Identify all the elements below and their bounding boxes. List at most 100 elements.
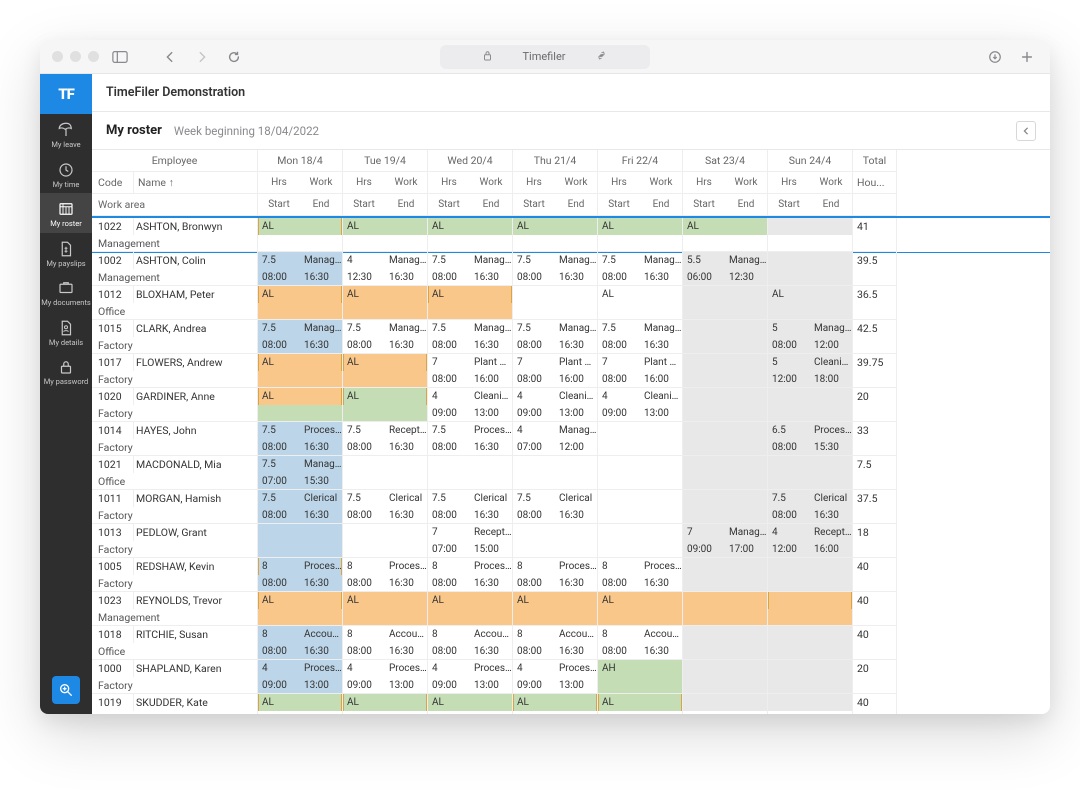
col-code[interactable]: Code	[92, 172, 134, 194]
day-cell[interactable]: 7.5Reception	[343, 422, 428, 439]
day-cell-times[interactable]: 06:0012:30	[683, 269, 768, 286]
table-row[interactable]: 1022ASHTON, BronwynALALALALALAL41Managem…	[92, 216, 1050, 252]
day-cell[interactable]: AL	[258, 694, 343, 711]
day-cell[interactable]: 6.5Processing	[768, 422, 853, 439]
day-cell[interactable]	[683, 388, 768, 405]
day-cell-times[interactable]: 07:0015:00	[428, 541, 513, 558]
day-cell[interactable]: AL	[598, 286, 683, 303]
day-cell-times[interactable]	[683, 473, 768, 490]
day-cell-times[interactable]: 08:0016:30	[258, 507, 343, 524]
day-cell[interactable]	[683, 558, 768, 575]
day-cell[interactable]: 8Accounting	[343, 626, 428, 643]
day-cell[interactable]: AL	[258, 218, 343, 235]
day-cell-times[interactable]	[258, 609, 343, 626]
day-cell-times[interactable]	[343, 303, 428, 320]
day-cell[interactable]	[258, 524, 343, 541]
col-day[interactable]: Wed 20/4	[428, 150, 513, 172]
day-cell-times[interactable]: 09:0013:00	[513, 405, 598, 422]
day-cell-times[interactable]	[258, 711, 343, 714]
day-cell-times[interactable]: 08:0016:30	[258, 643, 343, 660]
reload-icon[interactable]	[223, 46, 245, 68]
roster-table[interactable]: Employee Mon 18/4 Tue 19/4 Wed 20/4 Thu …	[92, 150, 1050, 714]
day-cell-times[interactable]: 09:0017:00	[683, 541, 768, 558]
day-cell-times[interactable]: 08:0016:30	[513, 507, 598, 524]
day-cell[interactable]	[768, 218, 853, 235]
day-cell-times[interactable]	[683, 643, 768, 660]
day-cell-times[interactable]	[683, 439, 768, 456]
day-cell-times[interactable]	[598, 541, 683, 558]
day-cell-times[interactable]: 08:0016:30	[598, 643, 683, 660]
day-cell[interactable]	[768, 592, 853, 609]
day-cell[interactable]: 7.5Managem...	[598, 252, 683, 269]
nav-my-password[interactable]: My password	[40, 351, 92, 391]
max-dot[interactable]	[88, 51, 99, 62]
day-cell[interactable]	[513, 524, 598, 541]
day-cell-times[interactable]: 08:0016:30	[768, 507, 853, 524]
day-cell-times[interactable]	[258, 405, 343, 422]
day-cell[interactable]	[683, 592, 768, 609]
day-cell[interactable]: AL	[343, 286, 428, 303]
day-cell[interactable]: 7.5Managem...	[258, 320, 343, 337]
day-cell-times[interactable]	[683, 575, 768, 592]
day-cell-times[interactable]: 08:0016:30	[428, 439, 513, 456]
day-cell-times[interactable]: 09:0013:00	[258, 677, 343, 694]
day-cell[interactable]	[768, 252, 853, 269]
day-cell-times[interactable]	[513, 473, 598, 490]
day-cell[interactable]: AL	[598, 592, 683, 609]
day-cell[interactable]: 4Managem...	[513, 422, 598, 439]
nav-my-leave[interactable]: My leave	[40, 114, 92, 154]
col-day[interactable]: Sun 24/4	[768, 150, 853, 172]
day-cell[interactable]: AL	[513, 218, 598, 235]
day-cell[interactable]: AL	[258, 286, 343, 303]
day-cell[interactable]: 8Accounting	[598, 626, 683, 643]
col-work-area[interactable]: Work area	[92, 194, 258, 216]
day-cell-times[interactable]: 08:0016:30	[428, 643, 513, 660]
day-cell-times[interactable]	[683, 337, 768, 354]
col-day[interactable]: Fri 22/4	[598, 150, 683, 172]
day-cell[interactable]: AL	[258, 354, 343, 371]
day-cell-times[interactable]	[683, 303, 768, 320]
day-cell[interactable]	[428, 456, 513, 473]
day-cell-times[interactable]: 08:0016:00	[598, 371, 683, 388]
day-cell[interactable]: 8Processing	[258, 558, 343, 575]
day-cell-times[interactable]	[598, 439, 683, 456]
day-cell[interactable]: 7Reception	[428, 524, 513, 541]
day-cell-times[interactable]	[768, 643, 853, 660]
day-cell-times[interactable]	[513, 711, 598, 714]
day-cell-times[interactable]	[513, 541, 598, 558]
day-cell[interactable]	[768, 660, 853, 677]
day-cell-times[interactable]	[598, 235, 683, 252]
close-dot[interactable]	[52, 51, 63, 62]
day-cell[interactable]: 4Processing	[258, 660, 343, 677]
day-cell[interactable]: 7.5Managem...	[598, 320, 683, 337]
day-cell[interactable]: 4Cleaning	[428, 388, 513, 405]
day-cell[interactable]: AL	[683, 218, 768, 235]
day-cell[interactable]: 8Accounting	[428, 626, 513, 643]
day-cell-times[interactable]: 08:0016:30	[428, 269, 513, 286]
day-cell-times[interactable]: 09:0013:00	[513, 677, 598, 694]
day-cell-times[interactable]: 07:0015:30	[258, 473, 343, 490]
day-cell-times[interactable]: 08:0016:30	[428, 337, 513, 354]
col-total[interactable]: Total	[853, 150, 897, 172]
col-day[interactable]: Mon 18/4	[258, 150, 343, 172]
day-cell-times[interactable]	[513, 235, 598, 252]
day-cell[interactable]: AL	[513, 694, 598, 711]
day-cell[interactable]: AL	[428, 218, 513, 235]
day-cell-times[interactable]: 08:0016:30	[343, 439, 428, 456]
day-cell-times[interactable]: 08:0016:30	[343, 507, 428, 524]
day-cell-times[interactable]	[768, 405, 853, 422]
day-cell-times[interactable]: 12:0016:00	[768, 541, 853, 558]
day-cell-times[interactable]	[768, 677, 853, 694]
day-cell-times[interactable]	[258, 371, 343, 388]
day-cell[interactable]	[598, 490, 683, 507]
day-cell-times[interactable]: 08:0016:30	[598, 337, 683, 354]
day-cell[interactable]: 7.5Managem...	[343, 320, 428, 337]
day-cell-times[interactable]: 09:0013:00	[428, 405, 513, 422]
day-cell-times[interactable]: 08:0016:30	[598, 269, 683, 286]
day-cell[interactable]	[598, 524, 683, 541]
day-cell-times[interactable]: 08:0015:30	[768, 439, 853, 456]
day-cell[interactable]	[683, 320, 768, 337]
day-cell[interactable]	[683, 660, 768, 677]
day-cell-times[interactable]: 09:0013:00	[343, 677, 428, 694]
table-row[interactable]: 1015CLARK, Andrea7.5Managem...7.5Managem…	[92, 320, 1050, 354]
